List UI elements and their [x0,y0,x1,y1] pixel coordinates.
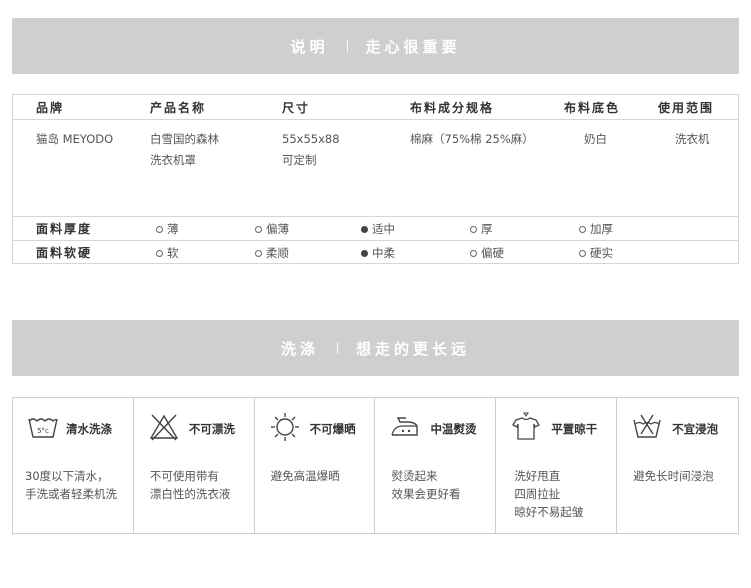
thickness-label: 面料厚度 [36,222,93,236]
care-desc-line: 晾好不易起皱 [514,505,584,519]
banner-title-left: 说明 [290,37,329,56]
care-desc-line: 效果会更好看 [391,487,461,501]
size-value: 55x55x88 可定制 [282,129,340,171]
care-item-no-bleach: 不可漂洗 不可使用带有 漂白性的洗衣液 [134,398,255,533]
header-usage: 使用范围 [658,101,715,115]
care-description: 避免长时间浸泡 [633,467,714,485]
softness-option[interactable]: 软 [156,245,179,261]
no-soak-icon [633,414,661,438]
care-item-wash: 5°c 清水洗涤 30度以下清水， 手洗或者轻柔机洗 [13,398,134,533]
softness-option-selected[interactable]: 中柔 [361,245,395,261]
product-info-table: 品牌 产品名称 尺寸 布料成分规格 布料底色 使用范围 猫岛 MEYODO 白雪… [12,94,739,264]
usage-value: 洗衣机 [675,132,710,146]
radio-icon [255,225,262,233]
radio-icon [579,249,586,257]
softness-row: 面料软硬 软 柔顺 中柔 偏硬 硬实 [13,240,738,264]
option-label: 厚 [481,222,493,236]
care-item-iron: 中温熨烫 熨烫起来 效果会更好看 [375,398,497,533]
option-label: 硬实 [590,246,613,260]
color-value: 奶白 [584,132,607,146]
care-desc-line: 避免高温爆晒 [270,469,340,483]
iron-icon [391,417,419,436]
header-brand: 品牌 [36,101,65,115]
radio-icon [579,225,586,233]
softness-label: 面料软硬 [36,246,93,260]
option-label: 柔顺 [266,246,289,260]
banner-title-left: 洗涤 [280,339,319,358]
care-desc-line: 手洗或者轻柔机洗 [25,487,117,501]
product-name-value: 白雪国的森林 洗衣机罩 [150,129,219,171]
radio-selected-icon [361,225,368,233]
banner-title-right: 想走的更长远 [356,339,471,358]
banner-divider [346,40,348,52]
no-sun-icon [270,413,299,441]
header-product-name: 产品名称 [150,101,207,115]
care-desc-line: 四周拉扯 [514,487,561,501]
section-banner-washing: 洗涤 想走的更长远 [12,320,739,376]
flat-dry-icon [512,412,541,440]
care-title: 不宜浸泡 [672,422,719,436]
wash-tub-icon: 5°c [28,418,58,438]
radio-selected-icon [361,249,368,257]
option-label: 薄 [167,222,179,236]
softness-option[interactable]: 柔顺 [255,245,289,261]
care-desc-line: 30度以下清水， [25,469,109,483]
care-desc-line: 洗好甩直 [514,469,561,483]
softness-option[interactable]: 偏硬 [470,245,504,261]
header-color: 布料底色 [564,101,621,115]
banner-title-right: 走心很重要 [365,37,461,56]
care-description: 洗好甩直 四周拉扯 晾好不易起皱 [514,467,583,521]
option-label: 软 [167,246,179,260]
thickness-option[interactable]: 厚 [470,221,493,237]
thickness-option[interactable]: 薄 [156,221,179,237]
thickness-option[interactable]: 偏薄 [255,221,289,237]
product-name-line: 白雪国的森林 [150,132,219,146]
care-title: 中温熨烫 [430,422,477,436]
care-description: 熨烫起来 效果会更好看 [391,467,460,503]
size-line: 可定制 [282,153,317,167]
option-label: 中柔 [372,246,395,260]
option-label: 加厚 [590,222,613,236]
care-title: 清水洗涤 [66,422,112,436]
care-description: 不可使用带有 漂白性的洗衣液 [150,467,231,503]
care-title: 不可漂洗 [188,422,235,436]
thickness-option-selected[interactable]: 适中 [361,221,395,237]
no-bleach-icon [149,414,179,441]
care-item-no-soak: 不宜浸泡 避免长时间浸泡 [617,398,738,533]
care-description: 避免高温爆晒 [271,467,340,485]
radio-icon [156,249,163,257]
table-header-row: 品牌 产品名称 尺寸 布料成分规格 布料底色 使用范围 [13,95,738,120]
care-desc-line: 漂白性的洗衣液 [149,487,231,501]
radio-icon [255,249,262,257]
care-title: 平置晾干 [551,422,598,436]
care-instructions: 5°c 清水洗涤 30度以下清水， 手洗或者轻柔机洗 不可漂洗 不可使用带有 漂… [12,397,739,534]
radio-icon [470,225,477,233]
option-label: 偏硬 [481,246,504,260]
option-label: 偏薄 [266,222,289,236]
thickness-row: 面料厚度 薄 偏薄 适中 厚 加厚 [13,216,738,240]
section-banner-description: 说明 走心很重要 [12,18,739,74]
care-description: 30度以下清水， 手洗或者轻柔机洗 [25,467,117,503]
header-fabric: 布料成分规格 [410,101,495,115]
softness-option[interactable]: 硬实 [579,245,613,261]
care-title: 不可爆晒 [309,422,356,436]
fabric-value: 棉麻（75%棉 25%麻） [410,132,534,146]
care-desc-line: 避免长时间浸泡 [633,469,714,483]
care-item-no-sun: 不可爆晒 避免高温爆晒 [255,398,376,533]
size-line: 55x55x88 [282,132,340,146]
product-name-line: 洗衣机罩 [150,153,196,167]
care-desc-line: 熨烫起来 [391,469,438,483]
care-desc-line: 不可使用带有 [149,469,219,483]
thickness-option[interactable]: 加厚 [579,221,613,237]
header-size: 尺寸 [282,101,311,115]
radio-icon [470,249,477,257]
brand-value: 猫岛 MEYODO [36,132,114,146]
care-item-flat-dry: 平置晾干 洗好甩直 四周拉扯 晾好不易起皱 [496,398,618,533]
banner-divider [337,342,338,354]
option-label: 适中 [372,222,395,236]
wash-temperature-label: 5°c [37,427,49,435]
radio-icon [156,225,163,233]
